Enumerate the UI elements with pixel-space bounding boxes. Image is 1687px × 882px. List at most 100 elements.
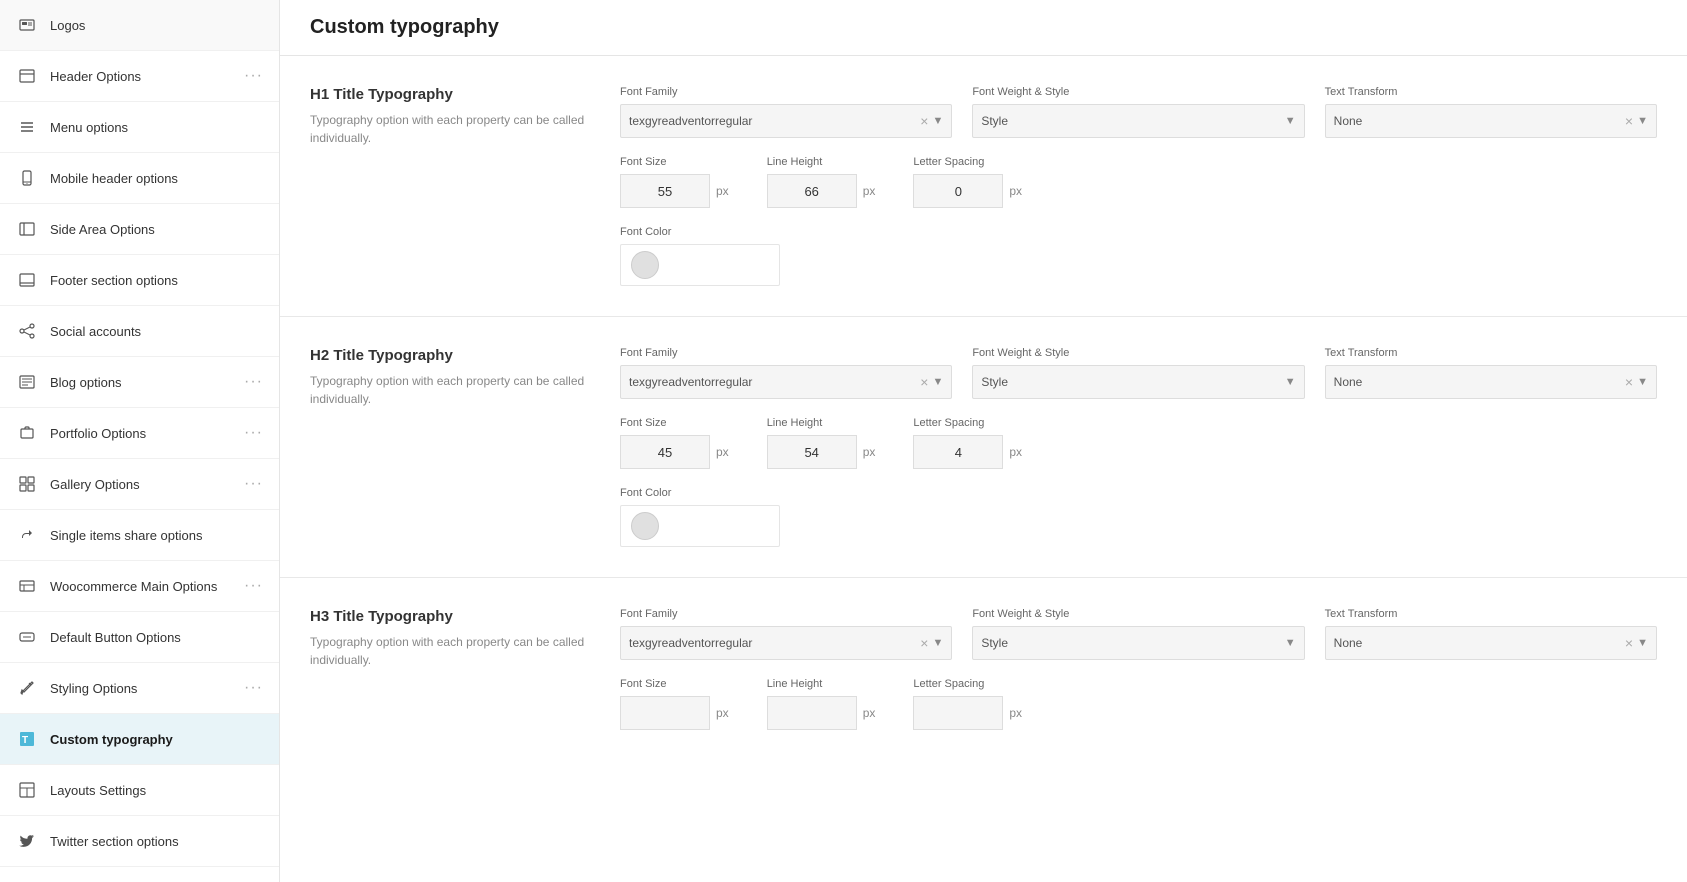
h1-font-family-select[interactable]: texgyreadventorregular bbox=[629, 114, 920, 128]
sidebar-item-default-button[interactable]: Default Button Options bbox=[0, 612, 279, 663]
gallery-icon bbox=[16, 473, 38, 495]
portfolio-dots: ··· bbox=[244, 424, 263, 442]
h2-font-family-select[interactable]: texgyreadventorregular bbox=[629, 375, 920, 389]
h2-letter-spacing-unit: px bbox=[1009, 445, 1022, 459]
h1-letter-spacing-group: Letter Spacing px bbox=[913, 156, 1022, 208]
h1-row1: Font Family texgyreadventorregular × ▼ F… bbox=[620, 86, 1657, 138]
h1-font-family-clear[interactable]: × bbox=[920, 113, 928, 129]
social-icon bbox=[16, 320, 38, 342]
h2-letter-spacing-input[interactable] bbox=[913, 435, 1003, 469]
sidebar-item-footer[interactable]: Footer section options bbox=[0, 255, 279, 306]
h1-title: H1 Title Typography bbox=[310, 86, 590, 103]
h2-text-transform-clear[interactable]: × bbox=[1625, 374, 1633, 390]
h1-font-weight-select[interactable]: Style bbox=[981, 114, 1284, 128]
h2-line-height-group: Line Height px bbox=[767, 417, 876, 469]
sidebar-item-blog[interactable]: Blog options ··· bbox=[0, 357, 279, 408]
h3-letter-spacing-unit: px bbox=[1009, 706, 1022, 720]
h2-font-family-label: Font Family bbox=[620, 347, 952, 359]
sidebar-item-styling[interactable]: Styling Options ··· bbox=[0, 663, 279, 714]
h3-line-height-input[interactable] bbox=[767, 696, 857, 730]
mobile-icon bbox=[16, 167, 38, 189]
h2-text-transform-arrow: ▼ bbox=[1637, 376, 1648, 388]
h1-font-size-wrap: px bbox=[620, 174, 729, 208]
sidebar-item-custom-typography[interactable]: T Custom typography bbox=[0, 714, 279, 765]
h3-line-height-unit: px bbox=[863, 706, 876, 720]
h2-letter-spacing-group: Letter Spacing px bbox=[913, 417, 1022, 469]
h2-line-height-input[interactable] bbox=[767, 435, 857, 469]
h3-font-family-clear[interactable]: × bbox=[920, 635, 928, 651]
h1-color-swatch[interactable] bbox=[620, 244, 780, 286]
h3-line-height-wrap: px bbox=[767, 696, 876, 730]
h2-font-weight-select[interactable]: Style bbox=[981, 375, 1284, 389]
h3-font-weight-arrow: ▼ bbox=[1285, 637, 1296, 649]
h2-color-swatch[interactable] bbox=[620, 505, 780, 547]
h3-letter-spacing-input[interactable] bbox=[913, 696, 1003, 730]
h2-text-transform-select[interactable]: None bbox=[1334, 375, 1625, 389]
typography-icon: T bbox=[16, 728, 38, 750]
sidebar-item-twitter-label: Twitter section options bbox=[50, 834, 263, 849]
h1-font-family-select-wrapper[interactable]: texgyreadventorregular × ▼ bbox=[620, 104, 952, 138]
h3-font-size-input[interactable] bbox=[620, 696, 710, 730]
sidebar-item-custom-fonts[interactable]: Aa Custom fonts bbox=[0, 867, 279, 882]
h3-font-weight-select-wrapper[interactable]: Style ▼ bbox=[972, 626, 1304, 660]
h2-letter-spacing-label: Letter Spacing bbox=[913, 417, 1022, 429]
h1-font-size-input[interactable] bbox=[620, 174, 710, 208]
h2-font-size-input[interactable] bbox=[620, 435, 710, 469]
sidebar-item-twitter[interactable]: Twitter section options bbox=[0, 816, 279, 867]
sidebar-item-logos[interactable]: Logos bbox=[0, 0, 279, 51]
h1-line-height-label: Line Height bbox=[767, 156, 876, 168]
h1-text-transform-select[interactable]: None bbox=[1334, 114, 1625, 128]
h2-font-weight-select-wrapper[interactable]: Style ▼ bbox=[972, 365, 1304, 399]
h3-font-family-select-wrapper[interactable]: texgyreadventorregular × ▼ bbox=[620, 626, 952, 660]
h3-font-weight-select[interactable]: Style bbox=[981, 636, 1284, 650]
sidebar-item-social[interactable]: Social accounts bbox=[0, 306, 279, 357]
sidebar-item-mobile-header[interactable]: Mobile header options bbox=[0, 153, 279, 204]
h2-font-family-select-wrapper[interactable]: texgyreadventorregular × ▼ bbox=[620, 365, 952, 399]
h1-font-weight-group: Font Weight & Style Style ▼ bbox=[972, 86, 1304, 138]
h1-text-transform-clear[interactable]: × bbox=[1625, 113, 1633, 129]
sidebar-item-side-area[interactable]: Side Area Options bbox=[0, 204, 279, 255]
h2-font-size-wrap: px bbox=[620, 435, 729, 469]
h2-row2: Font Size px Line Height px Letter Spaci… bbox=[620, 417, 1657, 469]
h1-line-height-group: Line Height px bbox=[767, 156, 876, 208]
sidebar-item-gallery[interactable]: Gallery Options ··· bbox=[0, 459, 279, 510]
h3-text-transform-select[interactable]: None bbox=[1334, 636, 1625, 650]
h2-font-size-unit: px bbox=[716, 445, 729, 459]
h1-description: Typography option with each property can… bbox=[310, 111, 590, 147]
sidebar-item-styling-label: Styling Options bbox=[50, 681, 244, 696]
h2-text-transform-select-wrapper[interactable]: None × ▼ bbox=[1325, 365, 1657, 399]
h2-font-family-clear[interactable]: × bbox=[920, 374, 928, 390]
h2-section-right: Font Family texgyreadventorregular × ▼ F… bbox=[620, 347, 1657, 547]
h1-font-weight-select-wrapper[interactable]: Style ▼ bbox=[972, 104, 1304, 138]
sidebar-item-single-label: Single items share options bbox=[50, 528, 263, 543]
header-icon bbox=[16, 65, 38, 87]
sidebar-item-single-items[interactable]: Single items share options bbox=[0, 510, 279, 561]
side-area-icon bbox=[16, 218, 38, 240]
h1-letter-spacing-input[interactable] bbox=[913, 174, 1003, 208]
main-content: Custom typography H1 Title Typography Ty… bbox=[280, 0, 1687, 882]
sidebar-item-portfolio[interactable]: Portfolio Options ··· bbox=[0, 408, 279, 459]
h3-text-transform-clear[interactable]: × bbox=[1625, 635, 1633, 651]
sidebar-item-header-options[interactable]: Header Options ··· bbox=[0, 51, 279, 102]
h3-font-size-group: Font Size px bbox=[620, 678, 729, 730]
h1-font-weight-label: Font Weight & Style bbox=[972, 86, 1304, 98]
sidebar-item-layouts[interactable]: Layouts Settings bbox=[0, 765, 279, 816]
h3-font-size-wrap: px bbox=[620, 696, 729, 730]
h1-section: H1 Title Typography Typography option wi… bbox=[280, 56, 1687, 317]
h2-line-height-unit: px bbox=[863, 445, 876, 459]
h2-letter-spacing-wrap: px bbox=[913, 435, 1022, 469]
h3-font-family-select[interactable]: texgyreadventorregular bbox=[629, 636, 920, 650]
page-title: Custom typography bbox=[310, 16, 1657, 39]
sidebar-item-menu-options[interactable]: Menu options bbox=[0, 102, 279, 153]
styling-dots: ··· bbox=[244, 679, 263, 697]
sidebar-item-portfolio-label: Portfolio Options bbox=[50, 426, 244, 441]
h3-section-left: H3 Title Typography Typography option wi… bbox=[310, 608, 590, 748]
h1-font-color-section: Font Color bbox=[620, 226, 1657, 286]
sidebar-item-woocommerce[interactable]: Woocommerce Main Options ··· bbox=[0, 561, 279, 612]
h2-font-color-section: Font Color bbox=[620, 487, 1657, 547]
h2-line-height-wrap: px bbox=[767, 435, 876, 469]
h1-text-transform-select-wrapper[interactable]: None × ▼ bbox=[1325, 104, 1657, 138]
h1-line-height-unit: px bbox=[863, 184, 876, 198]
h1-line-height-input[interactable] bbox=[767, 174, 857, 208]
h3-text-transform-select-wrapper[interactable]: None × ▼ bbox=[1325, 626, 1657, 660]
